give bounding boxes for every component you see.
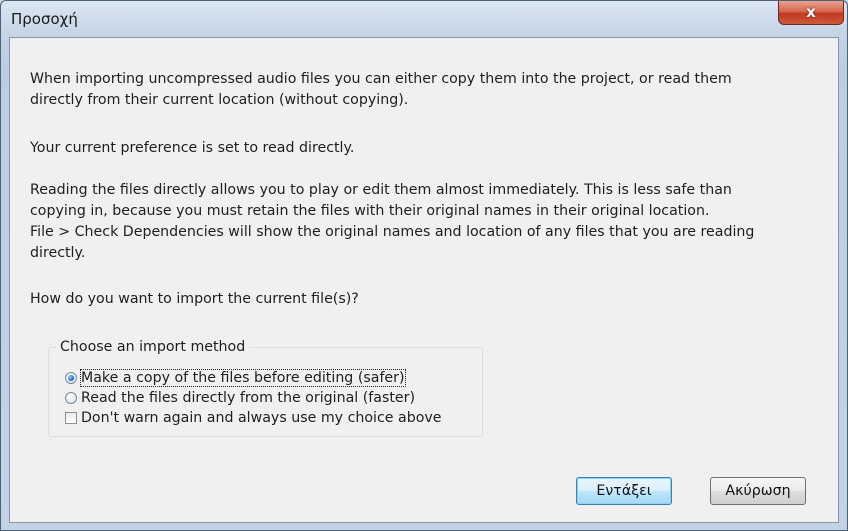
window-title: Προσοχή — [11, 10, 78, 28]
dialog-content: When importing uncompressed audio files … — [9, 37, 839, 523]
message-paragraph-3: Reading the files directly allows you to… — [30, 180, 830, 264]
dialog-window: Προσοχή x When importing uncompressed au… — [0, 0, 848, 531]
message-paragraph-1: When importing uncompressed audio files … — [30, 69, 830, 111]
message-line: When importing uncompressed audio files … — [30, 71, 732, 87]
message-paragraph-2: Your current preference is set to read d… — [30, 140, 355, 156]
message-line: Reading the files directly allows you to… — [30, 182, 732, 198]
dont-warn-label: Don't warn again and always use my choic… — [81, 410, 442, 426]
dont-warn-checkbox[interactable] — [65, 412, 77, 424]
option-copy-label: Make a copy of the files before editing … — [80, 369, 406, 387]
message-line: directly. — [30, 245, 86, 261]
dont-warn-checkbox-row[interactable]: Don't warn again and always use my choic… — [65, 409, 442, 427]
message-line: directly from their current location (wi… — [30, 92, 409, 108]
message-line: copying in, because you must retain the … — [30, 203, 710, 219]
close-icon: x — [806, 3, 816, 21]
cancel-button[interactable]: Ακύρωση — [710, 477, 806, 505]
option-copy-files[interactable]: Make a copy of the files before editing … — [65, 369, 406, 387]
radio-unselected-icon[interactable] — [65, 392, 77, 404]
import-method-group-title: Choose an import method — [56, 337, 250, 357]
option-read-label: Read the files directly from the origina… — [81, 390, 416, 406]
radio-selected-icon[interactable] — [65, 372, 77, 384]
option-read-directly[interactable]: Read the files directly from the origina… — [65, 389, 415, 407]
question-text: How do you want to import the current fi… — [30, 291, 359, 307]
ok-button[interactable]: Εντάξει — [576, 477, 672, 505]
message-line: File > Check Dependencies will show the … — [30, 224, 755, 240]
title-bar[interactable]: Προσοχή x — [1, 1, 847, 37]
close-button[interactable]: x — [778, 1, 844, 25]
